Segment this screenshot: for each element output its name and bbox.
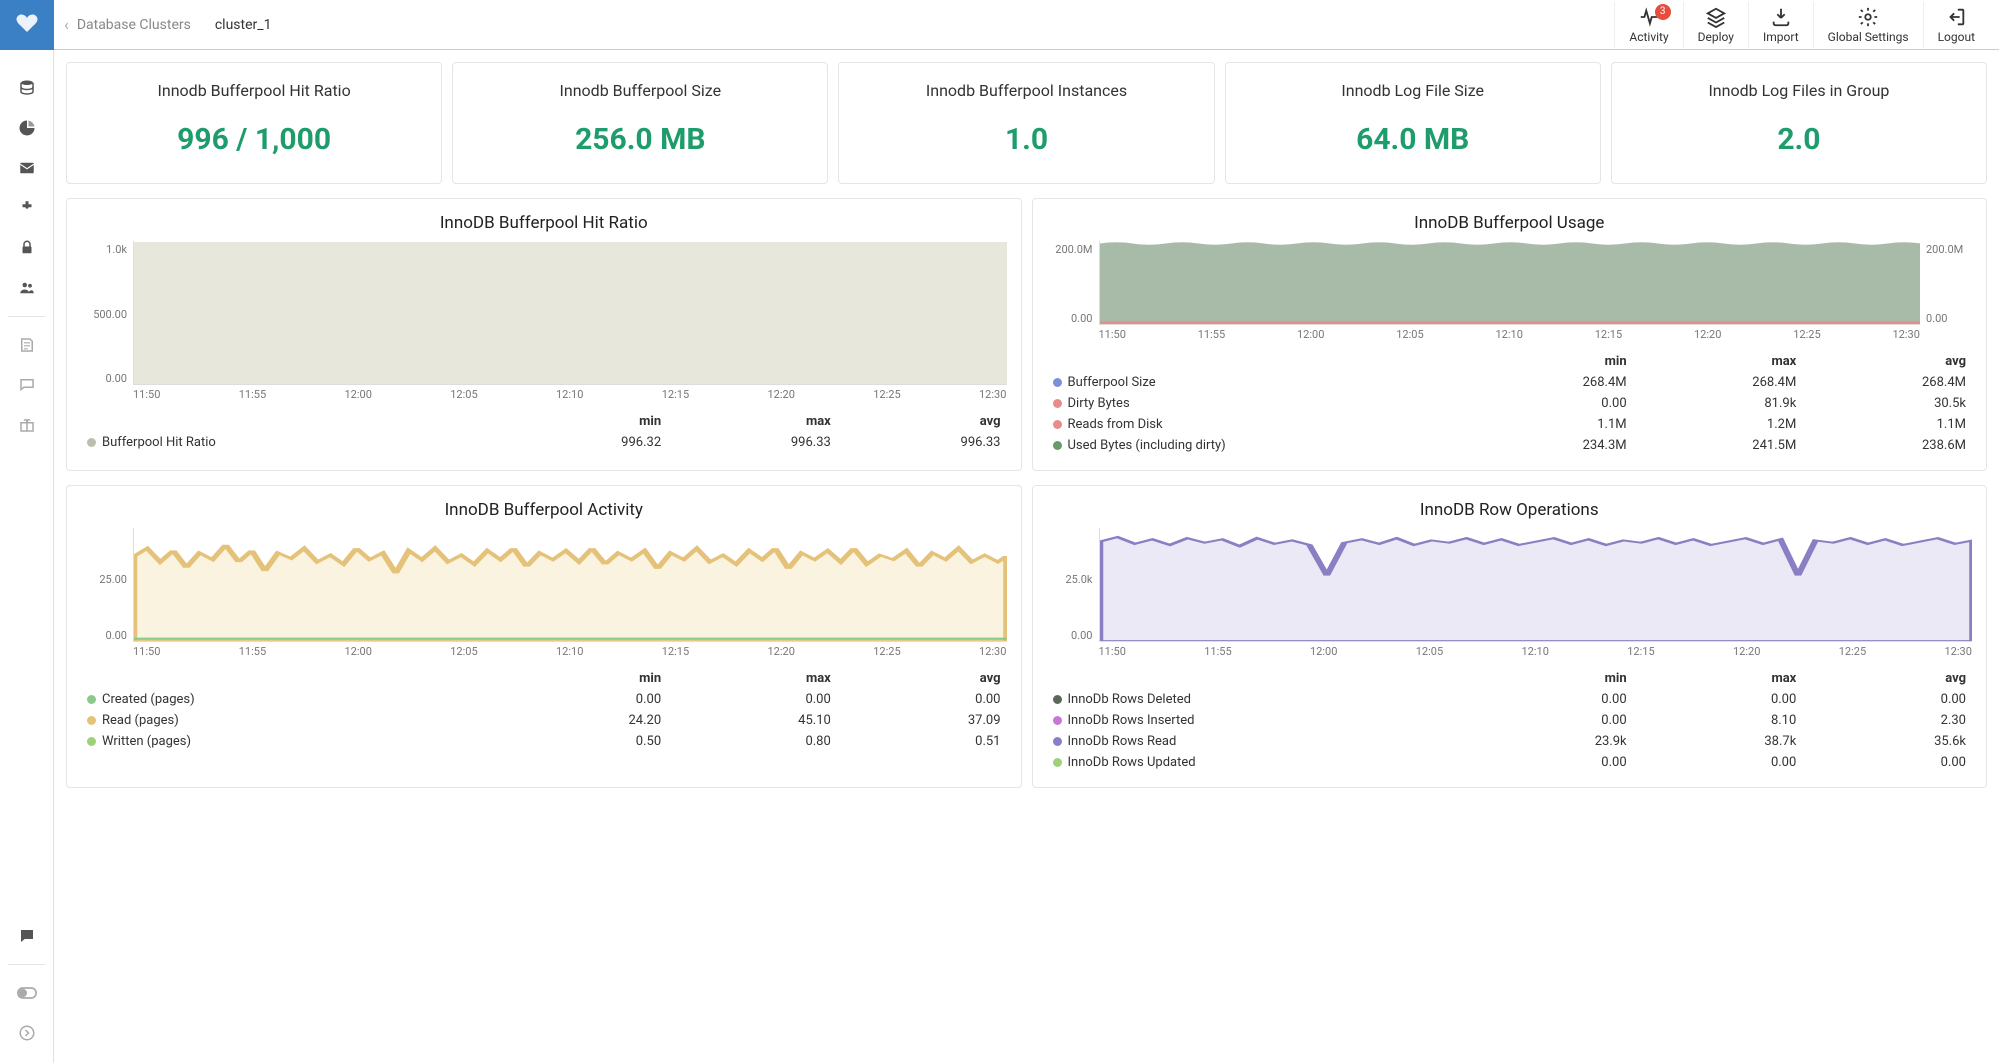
sidebar-item-database[interactable] (0, 68, 54, 108)
sidebar-item-gift[interactable] (0, 405, 54, 445)
y-axis-left: 200.0M 0.00 (1047, 241, 1099, 341)
legend-row[interactable]: Read (pages)24.2045.1037.09 (81, 710, 1007, 731)
y-axis-right: 200.0M 0.00 (1920, 241, 1972, 341)
stat-value: 64.0 MB (1236, 122, 1590, 157)
chart-title: InnoDB Bufferpool Usage (1047, 213, 1973, 233)
chart-card-usage: InnoDB Bufferpool Usage 200.0M 0.00 (1032, 198, 1988, 471)
global-settings-button[interactable]: Global Settings (1813, 2, 1923, 48)
logout-icon (1945, 6, 1967, 28)
breadcrumb-parent[interactable]: Database Clusters (77, 17, 191, 33)
logo[interactable] (0, 0, 54, 50)
stat-card-bp-instances: Innodb Bufferpool Instances 1.0 (838, 62, 1214, 184)
stat-card-hit-ratio: Innodb Bufferpool Hit Ratio 996 / 1,000 (66, 62, 442, 184)
legend-table: minmaxavgInnoDb Rows Deleted0.000.000.00… (1047, 668, 1973, 773)
sidebar-main-items (0, 50, 53, 916)
activity-label: Activity (1629, 30, 1668, 44)
x-axis: 11:5011:5512:0012:0512:1012:1512:2012:25… (1099, 645, 1973, 658)
import-icon (1770, 6, 1792, 28)
stat-row: Innodb Bufferpool Hit Ratio 996 / 1,000 … (66, 62, 1987, 184)
legend-row[interactable]: InnoDb Rows Deleted0.000.000.00 (1047, 689, 1973, 710)
stat-value: 996 / 1,000 (77, 122, 431, 157)
sidebar-bottom-items (0, 916, 53, 1063)
legend-row[interactable]: Created (pages)0.000.000.00 (81, 689, 1007, 710)
chart-plot-activity[interactable]: 25.00 0.00 11:5011:5512:0012:0512 (81, 528, 1007, 658)
chart-card-hit-ratio: InnoDB Bufferpool Hit Ratio 1.0k 500.00 … (66, 198, 1022, 471)
chart-plot-row-ops[interactable]: 25.0k 0.00 11:5011:5512:0012:0512:1012:1… (1047, 528, 1973, 658)
stat-value: 2.0 (1622, 122, 1976, 157)
legend-row[interactable]: Written (pages)0.500.800.51 (81, 731, 1007, 752)
legend-row[interactable]: InnoDb Rows Read23.9k38.7k35.6k (1047, 731, 1973, 752)
stat-card-bp-size: Innodb Bufferpool Size 256.0 MB (452, 62, 828, 184)
logout-label: Logout (1938, 30, 1975, 44)
legend-row[interactable]: Reads from Disk1.1M1.2M1.1M (1047, 414, 1973, 435)
global-settings-label: Global Settings (1828, 30, 1909, 44)
x-axis: 11:5011:5512:0012:0512:1012:1512:2012:25… (133, 388, 1007, 401)
breadcrumb: ‹ Database Clusters cluster_1 (64, 15, 271, 34)
legend-row[interactable]: InnoDb Rows Inserted0.008.102.30 (1047, 710, 1973, 731)
breadcrumb-current: cluster_1 (215, 17, 272, 33)
sidebar-item-collapse[interactable] (0, 1013, 54, 1053)
chart-title: InnoDB Bufferpool Activity (81, 500, 1007, 520)
legend-row[interactable]: Used Bytes (including dirty)234.3M241.5M… (1047, 435, 1973, 456)
dashboard-content: Innodb Bufferpool Hit Ratio 996 / 1,000 … (54, 50, 1999, 1063)
sidebar-item-toggle[interactable] (0, 973, 54, 1013)
x-axis: 11:5011:5512:0012:0512:1012:1512:2012:25… (133, 645, 1007, 658)
chart-card-activity: InnoDB Bufferpool Activity 25.00 0.00 (66, 485, 1022, 788)
stat-title: Innodb Bufferpool Size (463, 81, 817, 100)
deploy-button[interactable]: Deploy (1683, 2, 1748, 48)
stat-card-logfiles-group: Innodb Log Files in Group 2.0 (1611, 62, 1987, 184)
chart-title: InnoDB Bufferpool Hit Ratio (81, 213, 1007, 233)
legend-row[interactable]: Bufferpool Hit Ratio996.32996.33996.33 (81, 432, 1007, 453)
legend-row[interactable]: InnoDb Rows Updated0.000.000.00 (1047, 752, 1973, 773)
sidebar-item-docs[interactable] (0, 325, 54, 365)
stat-value: 1.0 (849, 122, 1203, 157)
legend-row[interactable]: Bufferpool Size268.4M268.4M268.4M (1047, 372, 1973, 393)
legend-table: minmaxavgCreated (pages)0.000.000.00Read… (81, 668, 1007, 752)
chart-card-row-ops: InnoDB Row Operations 25.0k 0.00 (1032, 485, 1988, 788)
activity-button[interactable]: 3 Activity (1614, 2, 1682, 48)
y-axis-left: 25.00 0.00 (81, 528, 133, 658)
y-axis-left: 1.0k 500.00 0.00 (81, 241, 133, 401)
stat-value: 256.0 MB (463, 122, 817, 157)
legend-table: minmaxavgBufferpool Size268.4M268.4M268.… (1047, 351, 1973, 456)
chart-plot-hit-ratio[interactable]: 1.0k 500.00 0.00 11:5011:5512:0012:0512:… (81, 241, 1007, 401)
chart-plot-usage[interactable]: 200.0M 0.00 (1047, 241, 1973, 341)
legend-row[interactable]: Dirty Bytes0.0081.9k30.5k (1047, 393, 1973, 414)
sidebar-item-analytics[interactable] (0, 108, 54, 148)
chart-title: InnoDB Row Operations (1047, 500, 1973, 520)
stat-card-logfile-size: Innodb Log File Size 64.0 MB (1225, 62, 1601, 184)
activity-badge: 3 (1655, 4, 1671, 20)
y-axis-left: 25.0k 0.00 (1047, 528, 1099, 658)
legend-table: minmaxavgBufferpool Hit Ratio996.32996.3… (81, 411, 1007, 453)
deploy-label: Deploy (1698, 30, 1734, 44)
stat-title: Innodb Bufferpool Instances (849, 81, 1203, 100)
sidebar (0, 0, 54, 1063)
import-button[interactable]: Import (1748, 2, 1813, 48)
stat-title: Innodb Log File Size (1236, 81, 1590, 100)
import-label: Import (1763, 30, 1799, 44)
x-axis: 11:5011:5512:0012:0512:1012:1512:2012:25… (1099, 328, 1921, 341)
chevron-left-icon[interactable]: ‹ (64, 15, 69, 34)
chart-row-1: InnoDB Bufferpool Hit Ratio 1.0k 500.00 … (66, 198, 1987, 471)
sidebar-item-users[interactable] (0, 268, 54, 308)
main: ‹ Database Clusters cluster_1 3 Activity… (54, 0, 1999, 1063)
sidebar-item-chat[interactable] (0, 916, 54, 956)
layers-icon (1705, 6, 1727, 28)
topbar-actions: 3 Activity Deploy Import Global Settings (1614, 2, 1989, 48)
chart-row-2: InnoDB Bufferpool Activity 25.00 0.00 (66, 485, 1987, 788)
logout-button[interactable]: Logout (1923, 2, 1989, 48)
sidebar-item-messages[interactable] (0, 365, 54, 405)
stat-title: Innodb Log Files in Group (1622, 81, 1976, 100)
sidebar-item-security[interactable] (0, 228, 54, 268)
stat-title: Innodb Bufferpool Hit Ratio (77, 81, 431, 100)
sidebar-item-mail[interactable] (0, 148, 54, 188)
gear-icon (1857, 6, 1879, 28)
sidebar-item-plugins[interactable] (0, 188, 54, 228)
topbar: ‹ Database Clusters cluster_1 3 Activity… (54, 0, 1999, 50)
